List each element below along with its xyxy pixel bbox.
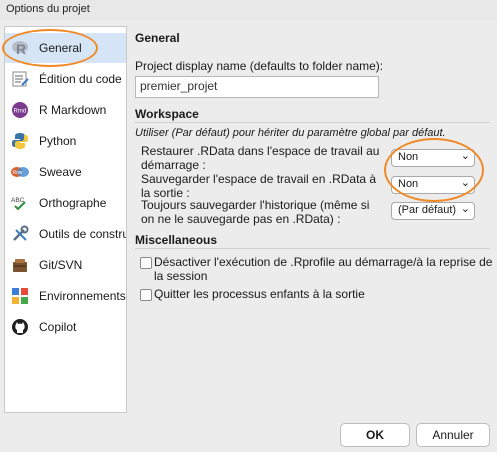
general-section-title: General <box>135 31 180 45</box>
sidebar-item-label: Orthographe <box>39 196 107 210</box>
quit-child-processes-checkbox[interactable] <box>140 289 152 301</box>
project-name-field[interactable] <box>135 76 379 98</box>
r-logo-icon: R <box>12 41 28 57</box>
code-edit-icon <box>12 71 29 87</box>
sidebar-item-r-markdown[interactable]: Rmd R Markdown <box>5 95 126 125</box>
disable-rprofile-checkbox[interactable] <box>140 257 152 269</box>
disable-rprofile-label: Désactiver l'exécution de .Rprofile au d… <box>154 255 493 283</box>
sidebar-item-label: Édition du code <box>39 72 122 86</box>
sidebar-item-general[interactable]: R General <box>5 33 126 63</box>
project-name-label: Project display name (defaults to folder… <box>135 59 384 73</box>
misc-divider <box>135 248 490 249</box>
options-panel: General Project display name (defaults t… <box>127 26 497 426</box>
svg-text:ABC: ABC <box>11 197 25 204</box>
environments-icon <box>12 288 28 304</box>
rmd-icon: Rmd <box>12 102 28 118</box>
always-save-history-label: Toujours sauvegarder l'historique (même … <box>141 198 370 226</box>
copilot-icon <box>12 319 28 335</box>
always-save-history-select[interactable]: (Par défaut) ⌄ <box>391 202 475 220</box>
chevron-down-icon: ⌄ <box>460 203 470 215</box>
sidebar-item-label: Sweave <box>39 165 82 179</box>
svg-text:Rmd: Rmd <box>14 109 27 115</box>
git-icon <box>13 259 27 272</box>
sidebar-item-sweave[interactable]: Rnw Sweave <box>5 157 126 187</box>
sidebar-item-label: R Markdown <box>39 103 107 117</box>
sidebar-item-label: Python <box>39 134 77 148</box>
quit-child-processes-label: Quitter les processus enfants à la sorti… <box>154 287 365 301</box>
build-tools-icon <box>13 225 29 241</box>
workspace-hint: Utiliser (Par défaut) pour hériter du pa… <box>135 127 446 139</box>
sidebar-item-label: Copilot <box>39 320 77 334</box>
sidebar-item-label: General <box>39 41 82 55</box>
window-title: Options du projet <box>6 3 90 15</box>
svg-text:R: R <box>16 41 26 57</box>
misc-section-title: Miscellaneous <box>135 233 218 247</box>
sidebar-item-spelling[interactable]: ABC Orthographe <box>5 188 126 218</box>
workspace-divider <box>135 122 490 123</box>
workspace-section-title: Workspace <box>135 107 199 121</box>
sidebar-item-python[interactable]: Python <box>5 126 126 156</box>
sidebar-item-build-tools[interactable]: Outils de construction <box>5 219 126 249</box>
chevron-down-icon: ⌄ <box>460 177 470 189</box>
restore-rdata-label: Restaurer .RData dans l'espace de travai… <box>141 144 380 172</box>
restore-rdata-value: Non <box>398 151 419 163</box>
sidebar-item-label: Environnements <box>39 289 126 303</box>
chevron-down-icon: ⌄ <box>460 150 470 162</box>
sidebar-item-label: Git/SVN <box>39 258 83 272</box>
sweave-icon: Rnw <box>11 167 29 177</box>
always-save-history-value: (Par défaut) <box>398 204 457 216</box>
sidebar-item-copilot[interactable]: Copilot <box>5 312 126 342</box>
restore-rdata-select[interactable]: Non ⌄ <box>391 149 475 167</box>
ok-button[interactable]: OK <box>340 423 410 447</box>
sidebar-item-code-editing[interactable]: Édition du code <box>5 64 126 94</box>
save-rdata-value: Non <box>398 178 419 190</box>
sidebar-item-environments[interactable]: Environnements <box>5 281 126 311</box>
svg-text:Rnw: Rnw <box>13 170 23 176</box>
cancel-button[interactable]: Annuler <box>416 423 490 447</box>
options-sidebar: R General Édition du code Rmd R Markdown… <box>4 26 127 413</box>
sidebar-item-label: Outils de construction <box>39 227 126 241</box>
sidebar-item-git-svn[interactable]: Git/SVN <box>5 250 126 280</box>
python-icon <box>12 133 28 149</box>
save-rdata-label: Sauvegarder l'espace de travail en .RDat… <box>141 172 377 200</box>
project-name-input[interactable] <box>136 77 374 95</box>
save-rdata-select[interactable]: Non ⌄ <box>391 176 475 194</box>
spelling-icon: ABC <box>11 197 26 211</box>
title-bar: Options du projet <box>0 0 497 20</box>
